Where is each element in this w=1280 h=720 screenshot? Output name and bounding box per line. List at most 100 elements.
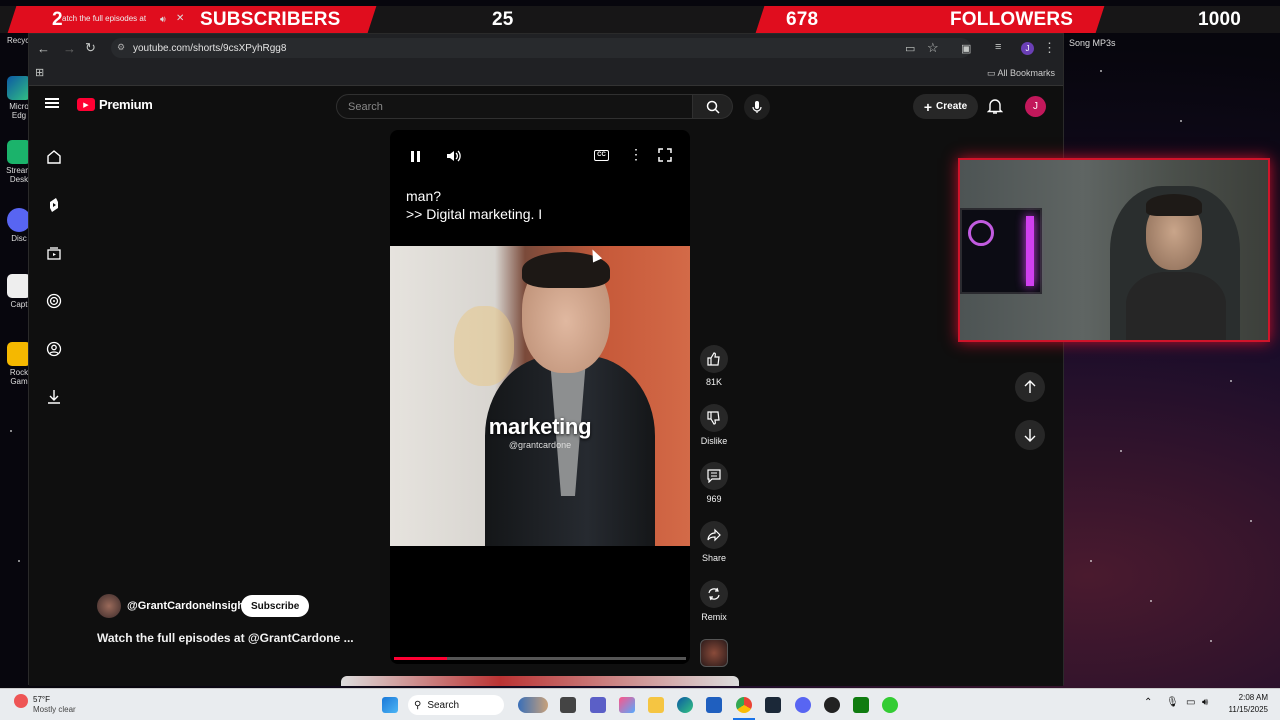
- streamer-hair: [1146, 194, 1202, 216]
- subscriptions-icon: [47, 247, 61, 260]
- search-highlight-icon[interactable]: [518, 697, 548, 713]
- menu-kebab-icon[interactable]: ⋮: [1043, 40, 1056, 56]
- store-icon[interactable]: [706, 697, 722, 713]
- shorts-icon: [50, 198, 58, 212]
- desktop-icon-label: Capt: [10, 300, 28, 309]
- create-button[interactable]: + Create: [913, 94, 978, 119]
- plus-icon: +: [923, 98, 933, 115]
- browser-tab-title[interactable]: atch the full episodes at: [62, 14, 146, 23]
- sidebar-item-downloads[interactable]: [43, 386, 65, 408]
- back-icon[interactable]: ←: [37, 41, 50, 56]
- network-icon[interactable]: ▭: [1186, 697, 1195, 708]
- sidebar-item-home[interactable]: [43, 146, 65, 168]
- voice-search-button[interactable]: [744, 94, 770, 120]
- obs-icon[interactable]: [824, 697, 840, 713]
- arrow-down-icon: [1024, 429, 1036, 442]
- sidebar-item-shorts[interactable]: [43, 194, 65, 216]
- clock[interactable]: 2:08 AM 11/15/2025: [1222, 693, 1268, 714]
- fullscreen-icon[interactable]: [658, 148, 672, 167]
- sidebar-item-subscriptions[interactable]: [43, 242, 65, 264]
- more-options-icon[interactable]: ⋮: [629, 146, 643, 163]
- app-icon[interactable]: [882, 697, 898, 713]
- clock-date: 11/15/2025: [1228, 705, 1268, 714]
- thumbs-down-icon: [707, 411, 720, 425]
- steam-icon[interactable]: [765, 697, 781, 713]
- media-icon[interactable]: ≡: [995, 41, 1001, 53]
- notifications-button[interactable]: [986, 97, 1004, 120]
- sidebar-item-explore[interactable]: [43, 290, 65, 312]
- remix-button[interactable]: Remix: [699, 580, 729, 622]
- reload-icon[interactable]: ↻: [85, 40, 96, 56]
- forward-icon[interactable]: →: [63, 41, 76, 56]
- search-input[interactable]: Search: [336, 94, 693, 119]
- progress-track[interactable]: [394, 657, 686, 660]
- followers-count: 678: [786, 9, 819, 30]
- case-fan: [968, 220, 994, 246]
- taskbar-search[interactable]: ⚲ Search: [408, 695, 504, 715]
- teams-icon[interactable]: [590, 697, 606, 713]
- captions-icon[interactable]: CC: [594, 150, 609, 161]
- address-bar-row: ← → ↻ ⚙ youtube.com/shorts/9csXPyhRgg8 ▭…: [29, 34, 1063, 62]
- weather-condition: Mostly clear: [33, 705, 76, 714]
- overlay-caption: marketing: [488, 414, 592, 439]
- shorts-player[interactable]: CC ⋮ man? >> Digital marketing. I market…: [390, 130, 690, 664]
- file-explorer-icon[interactable]: [648, 697, 664, 713]
- share-button[interactable]: Share: [699, 521, 729, 563]
- profile-icon[interactable]: J: [1021, 42, 1034, 55]
- like-button[interactable]: 81K: [699, 345, 729, 387]
- search-button[interactable]: [693, 94, 733, 119]
- dislike-button[interactable]: Dislike: [699, 404, 729, 446]
- chrome-icon[interactable]: [736, 697, 752, 713]
- site-info-icon[interactable]: ⚙: [117, 42, 125, 53]
- channel-name[interactable]: @GrantCardoneInsight: [127, 600, 248, 612]
- hamburger-menu-icon[interactable]: [45, 98, 59, 108]
- dislike-label: Dislike: [700, 436, 728, 446]
- subscribe-button[interactable]: Subscribe: [241, 595, 310, 617]
- bookmarks-bar: ⊞ ▭ All Bookmarks: [29, 62, 1063, 86]
- apps-grid-icon[interactable]: ⊞: [35, 66, 44, 79]
- background-person: [454, 306, 514, 386]
- pause-icon[interactable]: [410, 150, 422, 168]
- weather-icon: [14, 694, 28, 708]
- tray-chevron-icon[interactable]: ⌃: [1144, 697, 1152, 708]
- weather-temp: 57°F: [33, 695, 50, 704]
- youtube-logo[interactable]: ▶ Premium: [77, 97, 153, 112]
- copilot-icon[interactable]: [619, 697, 635, 713]
- sidepanel-icon[interactable]: ▣: [961, 42, 971, 55]
- tab-close-icon[interactable]: ✕: [176, 13, 184, 24]
- discord-icon[interactable]: [795, 697, 811, 713]
- desktop-icon-song-mp3s[interactable]: Song MP3s: [1069, 38, 1116, 48]
- microphone-icon: [752, 101, 762, 113]
- task-view-icon[interactable]: [560, 697, 576, 713]
- tray-mic-icon[interactable]: 🎙︎: [1166, 697, 1179, 708]
- caption-line-1: man?: [406, 188, 442, 204]
- sidebar-item-you[interactable]: [43, 338, 65, 360]
- all-bookmarks[interactable]: ▭ All Bookmarks: [987, 68, 1055, 79]
- next-short-preview: [341, 676, 739, 686]
- progress-fill: [394, 657, 447, 660]
- edge-icon[interactable]: [677, 697, 693, 713]
- stream-goal-banner: 2 atch the full episodes at 🔊︎ ✕ SUBSCRI…: [0, 6, 1280, 33]
- arrow-up-icon: [1024, 380, 1036, 393]
- next-short-button[interactable]: [1015, 420, 1045, 450]
- volume-tray-icon[interactable]: 🔊︎: [1202, 697, 1208, 708]
- url-text: youtube.com/shorts/9csXPyhRgg8: [133, 42, 287, 54]
- url-field[interactable]: ⚙ youtube.com/shorts/9csXPyhRgg8: [111, 38, 971, 58]
- channel-avatar[interactable]: [97, 594, 121, 618]
- volume-icon[interactable]: [446, 149, 462, 168]
- desktop-icon-label: Disc: [11, 234, 27, 243]
- logo-text: Premium: [99, 97, 153, 112]
- cast-icon[interactable]: ▭: [905, 42, 915, 55]
- account-avatar[interactable]: J: [1025, 96, 1046, 117]
- start-windows-icon[interactable]: [382, 697, 398, 713]
- video-description[interactable]: Watch the full episodes at @GrantCardone…: [97, 631, 354, 645]
- target-icon: [46, 293, 62, 309]
- comment-count: 969: [706, 494, 722, 504]
- xbox-icon[interactable]: [853, 697, 869, 713]
- comments-button[interactable]: 969: [699, 462, 729, 504]
- clock-time: 2:08 AM: [1238, 693, 1268, 702]
- bookmark-star-icon[interactable]: ☆: [927, 40, 939, 56]
- previous-short-button[interactable]: [1015, 372, 1045, 402]
- browser-window: ← → ↻ ⚙ youtube.com/shorts/9csXPyhRgg8 ▭…: [28, 33, 1064, 686]
- sound-thumbnail[interactable]: [700, 639, 728, 667]
